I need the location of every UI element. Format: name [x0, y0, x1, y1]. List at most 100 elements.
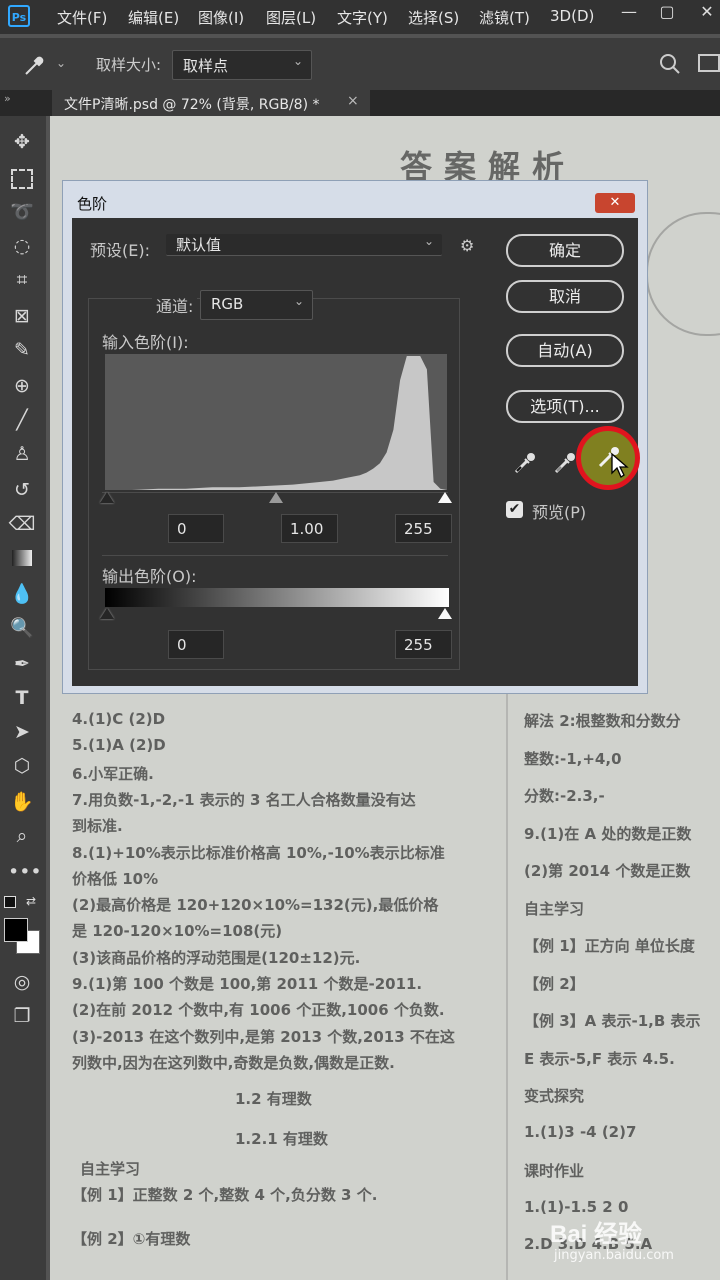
document-tab-title: 文件P清晰.psd @ 72% (背景, RGB/8) *: [64, 97, 320, 113]
close-tab-icon[interactable]: ×: [347, 93, 359, 109]
menu-bar: Ps 文件(F) 编辑(E) 图像(I) 图层(L) 文字(Y) 选择(S) 滤…: [0, 0, 720, 34]
output-white-field[interactable]: 255: [395, 630, 452, 659]
eyedropper-tool-icon[interactable]: [22, 52, 48, 78]
input-black-point-slider[interactable]: [100, 492, 114, 503]
output-white-slider[interactable]: [438, 608, 452, 619]
menu-edit[interactable]: 编辑(E): [128, 7, 179, 28]
healing-brush-icon[interactable]: ⊕: [8, 372, 36, 400]
quick-select-tool-icon[interactable]: ◌: [8, 232, 36, 260]
input-white-field[interactable]: 255: [395, 514, 452, 543]
pen-tool-icon[interactable]: ✒: [8, 650, 36, 678]
doc-text-line: 分数:-2.3,-: [524, 787, 605, 805]
blur-tool-icon[interactable]: 💧: [8, 580, 36, 608]
maximize-icon[interactable]: ▢: [656, 2, 678, 24]
doc-text-line: 9.(1)在 A 处的数是正数: [524, 824, 692, 843]
input-white-point-slider[interactable]: [438, 492, 452, 503]
gray-eyedropper-icon[interactable]: [552, 450, 578, 476]
ok-button[interactable]: 确定: [506, 234, 624, 267]
doc-example-1: 【例 1】正整数 2 个,整数 4 个,负分数 3 个.: [72, 1186, 378, 1204]
clone-stamp-icon[interactable]: ♙: [8, 440, 36, 468]
doc-section-title: 1.2 有理数: [235, 1090, 312, 1108]
doc-text-line: 课时作业: [524, 1162, 585, 1180]
output-levels-label: 输出色阶(O):: [102, 567, 197, 586]
frame-tool-icon[interactable]: ⊠: [8, 302, 36, 330]
sample-size-value: 取样点: [183, 57, 229, 75]
more-tools-icon[interactable]: •••: [8, 858, 42, 886]
sample-size-label: 取样大小:: [96, 56, 162, 74]
output-black-slider[interactable]: [100, 608, 114, 619]
menu-image[interactable]: 图像(I): [198, 7, 244, 28]
doc-text-line: 【例 2】: [524, 974, 585, 993]
history-brush-icon[interactable]: ↺: [8, 476, 36, 504]
shape-tool-icon[interactable]: ⬡: [8, 752, 36, 780]
menu-file[interactable]: 文件(F): [57, 7, 107, 28]
menu-3d[interactable]: 3D(D): [550, 7, 594, 25]
doc-text-line: 变式探究: [524, 1087, 585, 1105]
mouse-cursor-icon: [611, 453, 629, 478]
doc-subsection-title: 1.2.1 有理数: [235, 1130, 328, 1148]
options-button[interactable]: 选项(T)...: [506, 390, 624, 423]
menu-filter[interactable]: 滤镜(T): [479, 7, 530, 28]
eraser-tool-icon[interactable]: ⌫: [8, 510, 36, 538]
preset-gear-icon[interactable]: ⚙: [460, 236, 474, 255]
menu-layer[interactable]: 图层(L): [266, 7, 316, 28]
input-black-field[interactable]: 0: [168, 514, 224, 543]
output-gradient-bar: [105, 588, 449, 607]
doc-text-line: (3)该商品价格的浮动范围是(120±12)元.: [72, 948, 361, 967]
swap-colors-icon[interactable]: ⇄: [26, 894, 36, 908]
doc-text-line: 【例 3】A 表示-1,B 表示: [524, 1012, 701, 1030]
output-black-field[interactable]: 0: [168, 630, 224, 659]
gradient-tool-icon[interactable]: [8, 544, 36, 572]
auto-button[interactable]: 自动(A): [506, 334, 624, 367]
type-tool-icon[interactable]: T: [8, 684, 36, 712]
crop-tool-icon[interactable]: ⌗: [8, 266, 36, 294]
sample-size-dropdown[interactable]: 取样点 ⌄: [172, 50, 312, 80]
document-tab[interactable]: 文件P清晰.psd @ 72% (背景, RGB/8) * ×: [52, 90, 370, 116]
doc-column-divider: [506, 682, 508, 1280]
cancel-button[interactable]: 取消: [506, 280, 624, 313]
input-gamma-field[interactable]: 1.00: [281, 514, 338, 543]
levels-dialog: 色阶 ✕ 预设(E): 默认值 ⌄ ⚙ 通道: RGB ⌄ 输入色阶(I): 0…: [62, 180, 648, 694]
doc-text-line: 7.用负数-1,-2,-1 表示的 3 名工人合格数量没有达: [72, 790, 416, 809]
doc-text-line: (3)-2013 在这个数列中,是第 2013 个数,2013 不在这: [72, 1027, 455, 1046]
menu-select[interactable]: 选择(S): [408, 7, 459, 28]
close-window-icon[interactable]: ✕: [696, 2, 718, 24]
dialog-close-button[interactable]: ✕: [595, 193, 635, 213]
minimize-icon[interactable]: —: [618, 2, 640, 24]
panel-collapse-icon[interactable]: »: [4, 92, 11, 105]
doc-example-2: 【例 2】①有理数: [72, 1230, 191, 1248]
lasso-tool-icon[interactable]: ➰: [8, 198, 36, 226]
menu-type[interactable]: 文字(Y): [337, 7, 388, 28]
preset-label: 预设(E):: [90, 241, 150, 260]
brush-tool-icon[interactable]: ╱: [8, 406, 36, 434]
watermark-brand: Bai 经验: [550, 1221, 643, 1248]
default-colors-icon[interactable]: [4, 896, 16, 908]
workspace-icon[interactable]: [698, 54, 720, 72]
screen-mode-icon[interactable]: ❐: [8, 1002, 36, 1030]
channel-dropdown[interactable]: RGB ⌄: [200, 290, 313, 320]
dialog-title: 色阶: [77, 195, 108, 213]
doc-circle-diagram: [646, 212, 720, 336]
preview-label: 预览(P): [532, 503, 587, 522]
black-eyedropper-icon[interactable]: [512, 450, 538, 476]
doc-text-line: 是 120-120×10%=108(元): [72, 922, 283, 941]
input-gamma-slider[interactable]: [269, 492, 283, 503]
hand-tool-icon[interactable]: ✋: [8, 788, 36, 816]
doc-text-line: 自主学习: [524, 899, 585, 918]
preview-checkbox[interactable]: ✔: [506, 501, 523, 518]
eyedropper-icon[interactable]: ✎: [8, 336, 36, 364]
search-icon[interactable]: [658, 52, 682, 76]
preset-value: 默认值: [176, 236, 222, 254]
preset-dropdown[interactable]: 默认值 ⌄: [166, 234, 442, 256]
tool-preset-chevron-icon[interactable]: ⌄: [56, 56, 66, 70]
tools-panel: ✥ ➰ ◌ ⌗ ⊠ ✎ ⊕ ╱ ♙ ↺ ⌫ 💧 🔍 ✒ T ➤ ⬡ ✋ ⌕ ••…: [0, 116, 46, 1280]
quick-mask-icon[interactable]: ◎: [8, 968, 36, 996]
path-select-icon[interactable]: ➤: [8, 718, 36, 746]
zoom-tool-icon[interactable]: ⌕: [8, 822, 36, 850]
dodge-tool-icon[interactable]: 🔍: [8, 614, 36, 642]
marquee-tool-icon[interactable]: [8, 164, 36, 192]
foreground-color-swatch[interactable]: [4, 918, 28, 942]
white-eyedropper-button[interactable]: [576, 426, 640, 490]
doc-text-line: E 表示-5,F 表示 4.5.: [524, 1049, 675, 1068]
move-tool-icon[interactable]: ✥: [8, 128, 36, 156]
